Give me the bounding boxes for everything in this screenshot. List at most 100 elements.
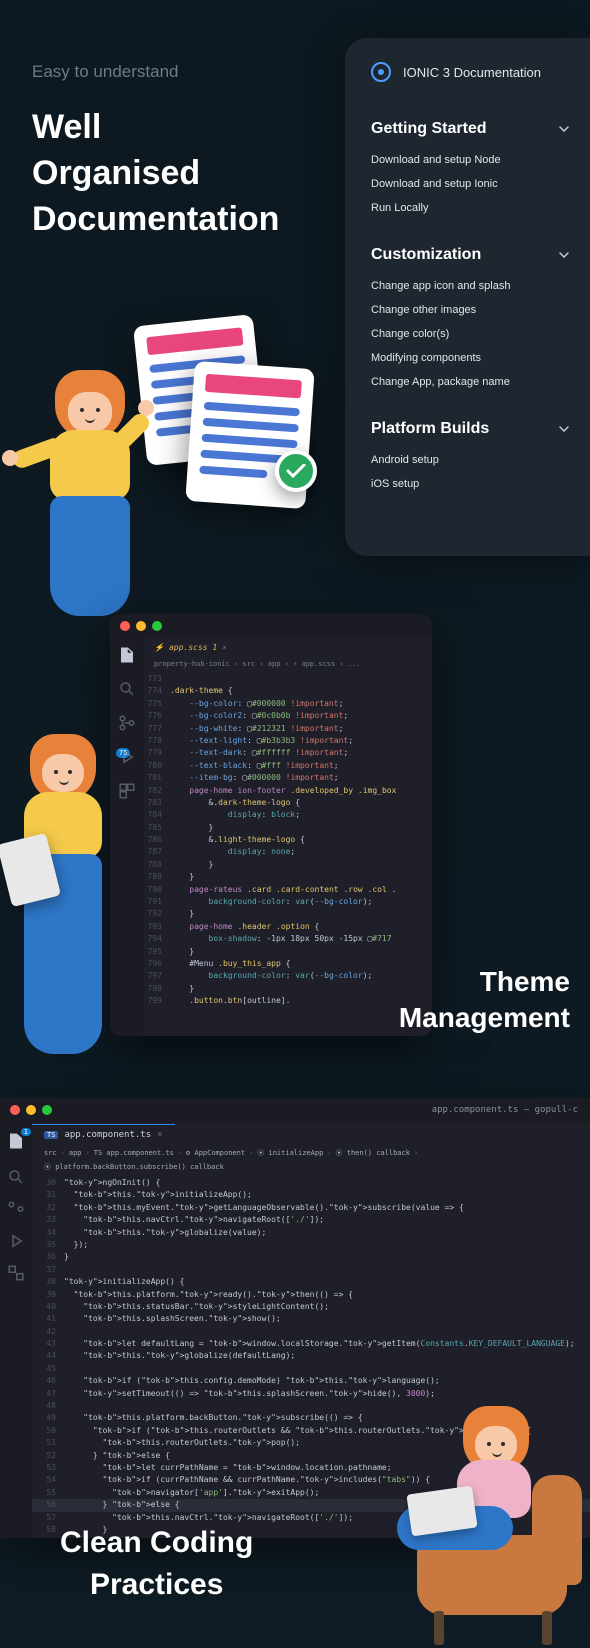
doc-link[interactable]: Change color(s) xyxy=(371,328,590,340)
doc-link[interactable]: Modifying components xyxy=(371,352,590,364)
breadcrumbs[interactable]: property-hub-ionic › src › app › ⚡ app.s… xyxy=(144,657,432,671)
breadcrumb-segment[interactable]: ⦿ then() callback xyxy=(336,1148,410,1158)
line-number: 30 xyxy=(32,1177,64,1189)
code-line: box-shadow: -1px 18px 50px -15px ▢#717 xyxy=(170,933,432,945)
code-line: "tok-b">let defaultLang = "tok-b">window… xyxy=(64,1338,590,1350)
checkmark-badge-icon xyxy=(275,450,317,492)
window-close-icon[interactable] xyxy=(10,1105,20,1115)
heading-line-2: Practices xyxy=(60,1564,253,1606)
doc-link[interactable]: iOS setup xyxy=(371,478,590,490)
code-line xyxy=(64,1363,590,1375)
window-close-icon[interactable] xyxy=(120,621,130,631)
doc-section-header[interactable]: Getting Started xyxy=(371,120,590,138)
code-line: --item-bg: ▢#000000 !important; xyxy=(170,772,432,784)
person-illustration xyxy=(20,370,160,610)
doc-section-header[interactable]: Customization xyxy=(371,246,590,264)
code-line xyxy=(170,673,432,685)
line-number: 45 xyxy=(32,1363,64,1375)
tab-close-icon[interactable]: × xyxy=(222,643,227,652)
line-number: 55 xyxy=(32,1487,64,1499)
code-line: } xyxy=(170,871,432,883)
line-number: 776 xyxy=(144,710,170,722)
window-zoom-icon[interactable] xyxy=(42,1105,52,1115)
code-line: display: none; xyxy=(170,846,432,858)
editor-tab[interactable]: TS app.component.ts × xyxy=(32,1124,175,1145)
line-number: 36 xyxy=(32,1251,64,1263)
doc-section-title: Platform Builds xyxy=(371,420,489,438)
source-control-icon[interactable] xyxy=(7,1200,25,1218)
extensions-icon[interactable] xyxy=(7,1264,25,1282)
window-title: app.component.ts — gopull-c xyxy=(432,1105,590,1115)
doc-link[interactable]: Change other images xyxy=(371,304,590,316)
window-zoom-icon[interactable] xyxy=(152,621,162,631)
debug-icon[interactable] xyxy=(7,1232,25,1250)
heading-line-1: Clean Coding xyxy=(60,1522,253,1564)
doc-link[interactable]: Download and setup Node xyxy=(371,154,590,166)
source-control-icon[interactable] xyxy=(118,714,136,732)
code-line: "tok-b">this.navCtrl."tok-y">navigateRoo… xyxy=(64,1214,590,1226)
breadcrumb-segment[interactable]: TS app.component.ts xyxy=(94,1149,174,1157)
window-minimize-icon[interactable] xyxy=(136,621,146,631)
code-line: "tok-y">ngOnInit() { xyxy=(64,1177,590,1189)
character-illustration-1 xyxy=(20,320,300,610)
line-number: 40 xyxy=(32,1301,64,1313)
code-line: } xyxy=(170,859,432,871)
code-line: --bg-color2: ▢#0c0b0b !important; xyxy=(170,710,432,722)
tab-label: app.component.ts xyxy=(64,1130,151,1140)
doc-link[interactable]: Change App, package name xyxy=(371,376,590,388)
doc-link[interactable]: Download and setup Ionic xyxy=(371,178,590,190)
breadcrumb-segment[interactable]: ⦿ platform.backButton.subscribe() callba… xyxy=(44,1162,224,1172)
search-icon[interactable] xyxy=(7,1168,25,1186)
line-number: 51 xyxy=(32,1437,64,1449)
breadcrumb-segment[interactable]: app xyxy=(69,1149,82,1157)
line-number: 44 xyxy=(32,1350,64,1362)
line-number: 37 xyxy=(32,1264,64,1276)
line-number: 43 xyxy=(32,1338,64,1350)
code-line: --bg-color: ▢#000000 !important; xyxy=(170,698,432,710)
code-line: "tok-b">this.statusBar."tok-y">styleLigh… xyxy=(64,1301,590,1313)
character-illustration-3 xyxy=(387,1400,582,1645)
line-number: 34 xyxy=(32,1227,64,1239)
code-line: --bg-white: ▢#212321 !important; xyxy=(170,723,432,735)
line-number: 38 xyxy=(32,1276,64,1288)
files-icon[interactable] xyxy=(118,646,136,664)
doc-section-header[interactable]: Platform Builds xyxy=(371,420,590,438)
files-badge: 1 xyxy=(21,1128,31,1136)
breadcrumb-segment[interactable]: src xyxy=(44,1149,57,1157)
doc-header: IONIC 3 Documentation xyxy=(371,62,590,82)
line-number: 773 xyxy=(144,673,170,685)
code-line: display: block; xyxy=(170,809,432,821)
tab-close-icon[interactable]: × xyxy=(157,1130,162,1140)
tab-label: app.scss 1 xyxy=(169,643,217,652)
headline: Well Organised Documentation xyxy=(32,105,279,243)
headline-line-1: Well xyxy=(32,105,279,151)
doc-title: IONIC 3 Documentation xyxy=(403,65,541,80)
doc-link[interactable]: Change app icon and splash xyxy=(371,280,590,292)
code-line: } xyxy=(170,983,432,995)
chevron-down-icon xyxy=(558,123,570,135)
code-line: "tok-y">setTimeout(() => "tok-b">this.sp… xyxy=(64,1388,590,1400)
code-line: .button.btn[outline]. xyxy=(170,995,432,1007)
breadcrumbs[interactable]: src›app›TS app.component.ts›⚙ AppCompone… xyxy=(32,1145,590,1175)
code-line: "tok-b">this."tok-y">initializeApp(); xyxy=(64,1189,590,1201)
code-line: &.dark-theme-logo { xyxy=(170,797,432,809)
doc-link[interactable]: Android setup xyxy=(371,454,590,466)
editor-tab[interactable]: ⚡ app.scss 1 × xyxy=(144,638,237,657)
doc-link[interactable]: Run Locally xyxy=(371,202,590,214)
breadcrumb-segment[interactable]: ⚙ AppComponent xyxy=(186,1149,245,1157)
doc-section-title: Customization xyxy=(371,246,481,264)
breadcrumb-segment[interactable]: ⦿ initializeApp xyxy=(257,1148,323,1158)
code-content[interactable]: 773774.dark-theme {775 --bg-color: ▢#000… xyxy=(144,671,432,1008)
code-line: } xyxy=(170,908,432,920)
search-icon[interactable] xyxy=(118,680,136,698)
tagline: Easy to understand xyxy=(32,62,178,82)
window-minimize-icon[interactable] xyxy=(26,1105,36,1115)
code-line: .dark-theme { xyxy=(170,685,432,697)
heading-line-2: Management xyxy=(399,1000,570,1036)
code-line: "tok-b">if ("tok-b">this.config.demoMode… xyxy=(64,1375,590,1387)
ionic-logo-icon xyxy=(371,62,391,82)
typescript-badge-icon: TS xyxy=(44,1131,58,1139)
window-titlebar xyxy=(110,614,432,638)
line-number: 33 xyxy=(32,1214,64,1226)
line-number: 39 xyxy=(32,1289,64,1301)
